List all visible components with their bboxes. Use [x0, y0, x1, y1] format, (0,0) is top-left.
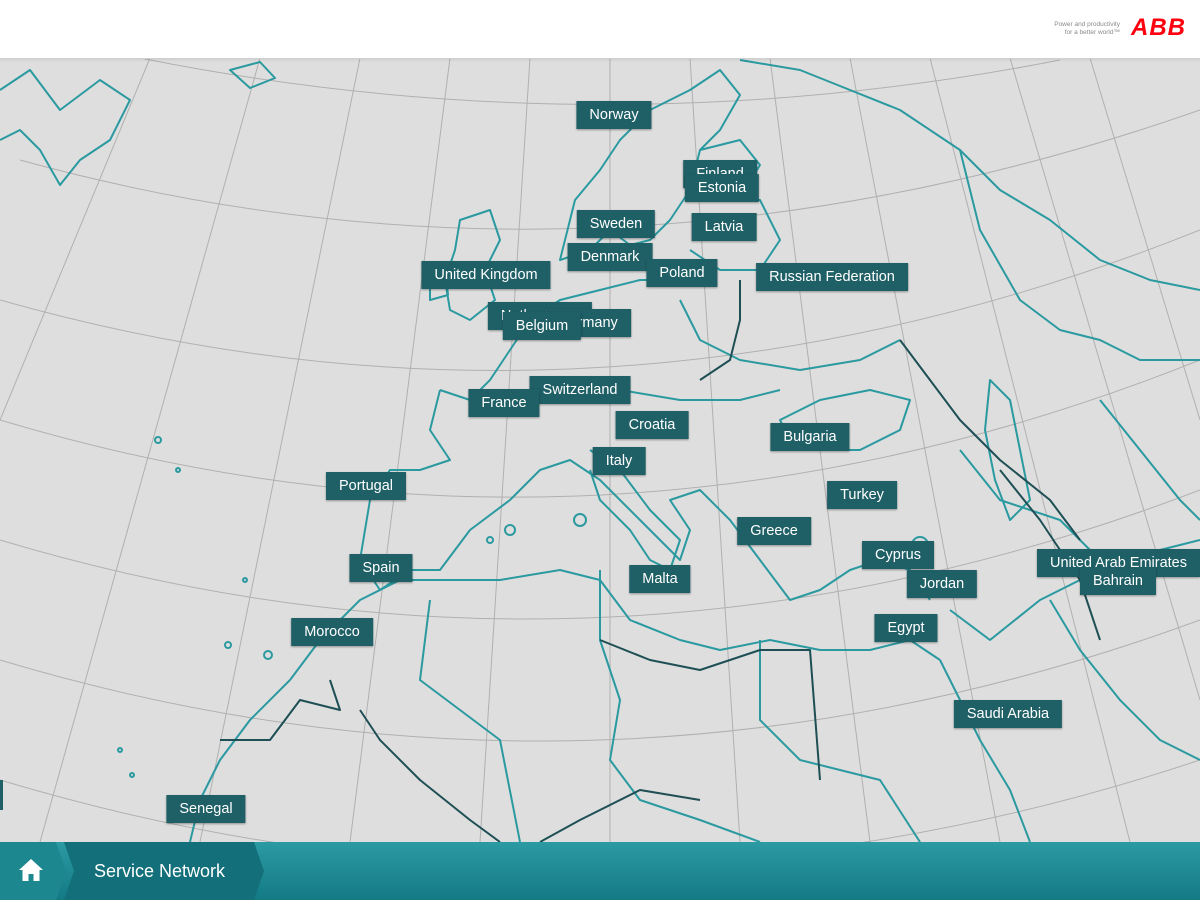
- breadcrumb-service-network[interactable]: Service Network: [64, 842, 264, 900]
- country-marker-belgium[interactable]: Belgium: [502, 312, 582, 340]
- country-marker-turkey[interactable]: Turkey: [827, 481, 897, 509]
- country-marker-senegal[interactable]: Senegal: [166, 795, 246, 823]
- country-marker-russian-federation[interactable]: Russian Federation: [756, 263, 908, 291]
- country-marker-united-kingdom[interactable]: United Kingdom: [421, 261, 551, 289]
- abb-logo: ABB: [1131, 14, 1186, 41]
- tagline-line-2: for a better world™: [1064, 29, 1120, 36]
- app-header: Power and productivity for a better worl…: [0, 0, 1200, 59]
- country-marker-malta[interactable]: Malta: [629, 565, 691, 593]
- country-marker-spain[interactable]: Spain: [349, 554, 413, 582]
- country-marker-italy[interactable]: Italy: [592, 447, 646, 475]
- country-marker-portugal[interactable]: Portugal: [325, 472, 407, 500]
- country-marker-estonia[interactable]: Estonia: [684, 174, 760, 202]
- brand-tagline: Power and productivity for a better worl…: [1000, 21, 1120, 37]
- home-button[interactable]: [0, 842, 66, 900]
- country-marker-saudi-arabia[interactable]: Saudi Arabia: [953, 700, 1063, 728]
- breadcrumb-label: Service Network: [94, 861, 226, 881]
- country-marker-denmark[interactable]: Denmark: [567, 243, 653, 271]
- bottom-navigation-bar: Service Network: [0, 842, 1200, 900]
- country-marker-jordan[interactable]: Jordan: [906, 570, 978, 598]
- offscreen-marker[interactable]: [0, 780, 3, 810]
- country-marker-poland[interactable]: Poland: [646, 259, 718, 287]
- country-marker-switzerland[interactable]: Switzerland: [529, 376, 631, 404]
- country-marker-cyprus[interactable]: Cyprus: [862, 541, 934, 569]
- country-marker-morocco[interactable]: Morocco: [291, 618, 373, 646]
- service-network-map[interactable]: Norway Finland Estonia Sweden Latvia Den…: [0, 58, 1200, 842]
- country-marker-greece[interactable]: Greece: [737, 517, 811, 545]
- country-marker-bahrain[interactable]: Bahrain: [1080, 567, 1156, 595]
- country-marker-bulgaria[interactable]: Bulgaria: [770, 423, 850, 451]
- country-marker-egypt[interactable]: Egypt: [874, 614, 938, 642]
- home-icon: [19, 859, 43, 881]
- country-marker-sweden[interactable]: Sweden: [576, 210, 656, 238]
- country-marker-france[interactable]: France: [468, 389, 540, 417]
- country-marker-norway[interactable]: Norway: [576, 101, 652, 129]
- country-marker-latvia[interactable]: Latvia: [691, 213, 757, 241]
- tagline-line-1: Power and productivity: [1054, 21, 1120, 28]
- country-marker-croatia[interactable]: Croatia: [615, 411, 689, 439]
